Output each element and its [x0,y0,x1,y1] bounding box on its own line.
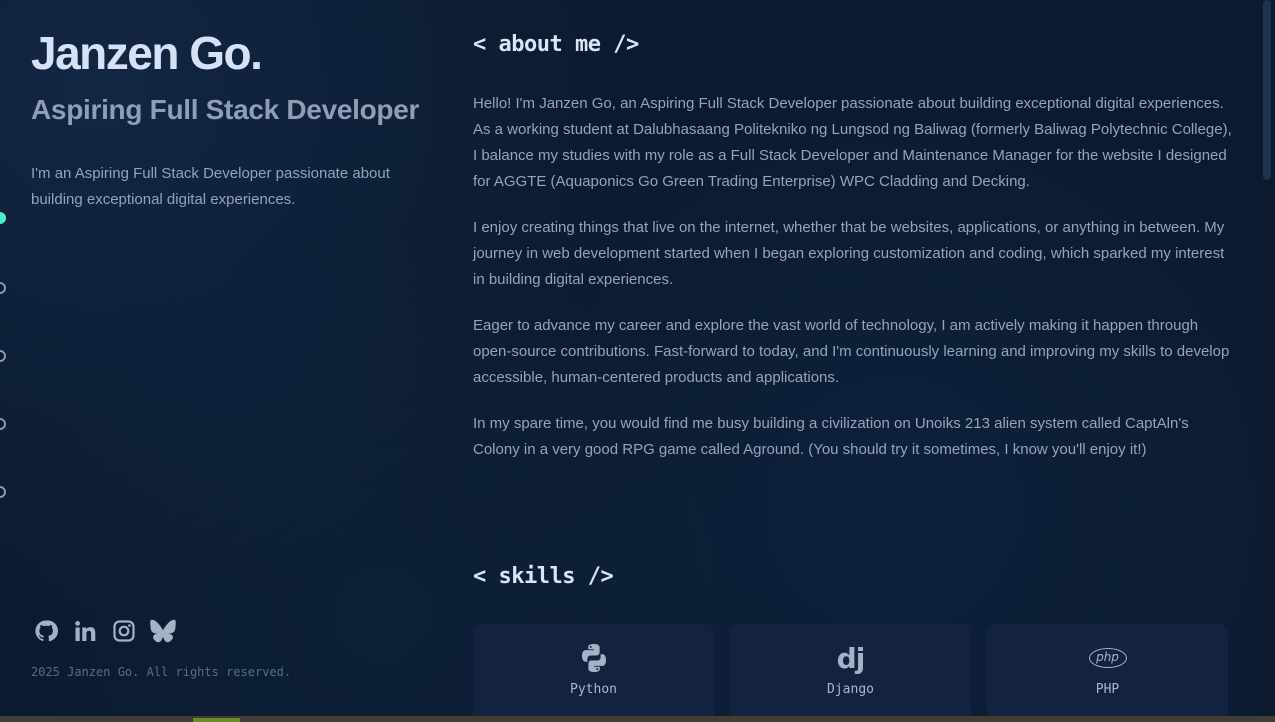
about-paragraph-1: Hello! I'm Janzen Go, an Aspiring Full S… [473,95,1232,190]
skill-card-python[interactable]: Python [473,624,714,722]
php-icon: php [1088,642,1127,674]
skill-label-python: Python [570,682,617,697]
about-paragraph-3: Eager to advance my career and explore t… [473,317,1230,386]
social-links [33,617,176,645]
php-glyph: php [1088,648,1127,668]
skill-card-php[interactable]: php PHP [987,624,1228,722]
about-paragraph-4: In my spare time, you would find me busy… [473,415,1189,458]
github-icon[interactable] [33,617,59,645]
nav-dot-3[interactable] [0,350,6,362]
sidebar: Janzen Go. Aspiring Full Stack Developer… [0,0,440,716]
skill-label-php: PHP [1095,682,1120,697]
profile-role: Aspiring Full Stack Developer [31,94,420,125]
copyright-text: 2025 Janzen Go. All rights reserved. [31,665,292,679]
profile-intro: I'm an Aspiring Full Stack Developer pas… [31,165,390,208]
python-icon [579,642,609,674]
about-text: Hello! I'm Janzen Go, an Aspiring Full S… [473,91,1233,483]
skill-label-django: Django [827,682,874,697]
nav-dot-5[interactable] [0,486,6,498]
skills-section-title: < skills /> [473,564,614,589]
linkedin-icon[interactable] [72,617,98,645]
django-glyph: dj [836,641,866,675]
instagram-icon[interactable] [111,617,137,645]
bluesky-icon[interactable] [150,617,176,645]
nav-dot-4[interactable] [0,418,6,430]
about-paragraph-2: I enjoy creating things that live on the… [473,219,1225,288]
about-section-title: < about me /> [473,32,639,57]
scrollbar-thumb[interactable] [1263,0,1271,180]
bottom-strip [0,716,1275,722]
profile-name: Janzen Go. [31,27,263,79]
skills-grid: Python dj Django php PHP [473,624,1228,722]
main-content: < about me /> Hello! I'm Janzen Go, an A… [473,0,1233,722]
skill-card-django[interactable]: dj Django [730,624,971,722]
nav-dot-2[interactable] [0,282,6,294]
django-icon: dj [836,641,866,675]
bottom-mark [193,718,240,722]
nav-dot-1[interactable] [0,212,6,224]
